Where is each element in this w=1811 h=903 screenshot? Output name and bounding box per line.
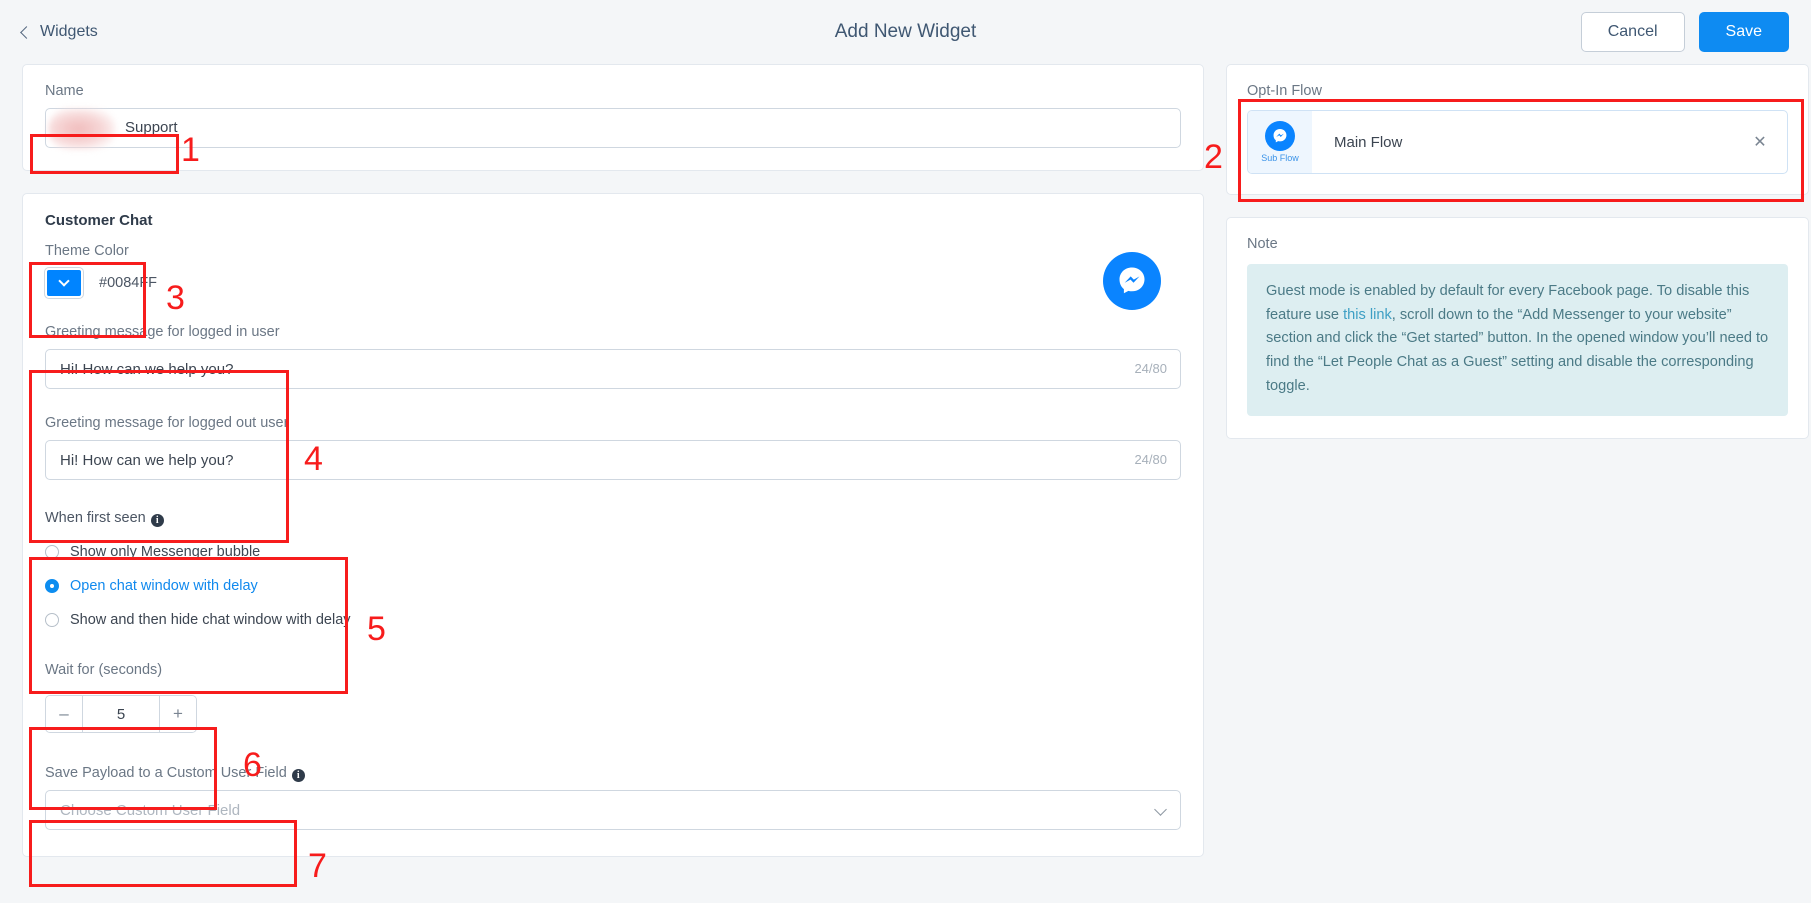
left-column: Name Support Customer Chat Them [22,64,1204,857]
close-icon[interactable]: ✕ [1733,111,1787,173]
custom-user-field-label: Save Payload to a Custom User Field i [45,765,1181,781]
theme-color-swatch[interactable] [45,268,83,298]
wait-for-stepper: – 5 + [45,695,197,733]
note-body: Guest mode is enabled by default for eve… [1247,264,1788,416]
note-this-link[interactable]: this link [1343,307,1392,323]
right-column: Opt-In Flow Sub Flow Main Flow ✕ Note Gu… [1226,64,1809,439]
name-label: Name [45,83,1181,99]
greeting-logged-in-counter: 24/80 [1134,361,1167,376]
radio-icon-selected [45,579,59,593]
messenger-logo-icon [1265,121,1295,151]
radio-option-label: Open chat window with delay [70,578,258,594]
cancel-button[interactable]: Cancel [1581,12,1685,52]
page-title: Add New Widget [0,0,1811,64]
greeting-logged-in-wrapper: 24/80 [45,349,1181,389]
when-first-seen-group: When first seen i Show only Messenger bub… [45,510,1181,628]
radio-icon [45,545,59,559]
radio-icon [45,613,59,627]
theme-color-row: Theme Color #0084FF [45,243,1181,298]
info-icon[interactable]: i [292,769,305,782]
greeting-logged-out-label: Greeting message for logged out user [45,415,1181,431]
theme-color-control: #0084FF [45,268,157,298]
back-link-label: Widgets [40,23,98,41]
greeting-logged-out-wrapper: 24/80 [45,440,1181,480]
messenger-logo-icon [1103,252,1161,310]
back-to-widgets-link[interactable]: Widgets [22,23,98,41]
flow-sub-label: Sub Flow [1261,153,1299,163]
name-input[interactable] [45,108,1181,148]
customer-chat-title: Customer Chat [45,212,1181,229]
custom-user-field-select[interactable]: Choose Custom User Field [45,790,1181,830]
when-first-seen-label: When first seen i [45,510,1181,526]
flow-name: Main Flow [1312,111,1733,173]
main-layout: Name Support Customer Chat Them [0,64,1811,857]
top-bar: Widgets Add New Widget Cancel Save [0,0,1811,64]
radio-option-label: Show only Messenger bubble [70,544,260,560]
theme-color-label: Theme Color [45,243,157,259]
wait-for-block: Wait for (seconds) – 5 + [45,662,1181,733]
radio-option-show-then-hide[interactable]: Show and then hide chat window with dela… [45,612,1181,628]
note-card: Note Guest mode is enabled by default fo… [1226,217,1809,439]
info-icon[interactable]: i [151,514,164,527]
save-button[interactable]: Save [1699,12,1789,52]
chevron-down-icon [58,275,69,286]
theme-color-hex-value: #0084FF [99,275,157,291]
flow-icon-cell: Sub Flow [1248,111,1312,173]
custom-user-field-placeholder: Choose Custom User Field [60,802,240,819]
radio-option-show-only-bubble[interactable]: Show only Messenger bubble [45,544,1181,560]
top-bar-actions: Cancel Save [1581,12,1789,52]
customer-chat-card: Customer Chat Theme Color #00 [22,193,1204,857]
greeting-logged-in-label: Greeting message for logged in user [45,324,1181,340]
radio-option-label: Show and then hide chat window with dela… [70,612,351,628]
name-input-value: Support [125,119,178,136]
chevron-left-icon [20,26,33,39]
theme-color-block: Theme Color #0084FF [45,243,157,298]
note-title: Note [1247,236,1788,252]
stepper-value[interactable]: 5 [83,696,159,732]
custom-user-field-label-text: Save Payload to a Custom User Field [45,765,287,781]
greeting-logged-out-counter: 24/80 [1134,452,1167,467]
wait-for-label: Wait for (seconds) [45,662,1181,678]
opt-in-flow-item[interactable]: Sub Flow Main Flow ✕ [1247,110,1788,174]
stepper-decrement-button[interactable]: – [46,696,83,732]
greeting-logged-out-block: Greeting message for logged out user 24/… [45,415,1181,480]
name-input-wrapper: Support [45,108,1181,148]
opt-in-flow-card: Opt-In Flow Sub Flow Main Flow ✕ [1226,64,1809,195]
greeting-logged-in-block: Greeting message for logged in user 24/8… [45,324,1181,389]
opt-in-flow-title: Opt-In Flow [1247,83,1788,99]
custom-user-field-select-wrapper: Choose Custom User Field [45,790,1181,830]
custom-user-field-block: Save Payload to a Custom User Field i Cho… [45,765,1181,830]
radio-option-open-chat-with-delay[interactable]: Open chat window with delay [45,578,1181,594]
when-first-seen-label-text: When first seen [45,510,146,526]
stepper-increment-button[interactable]: + [159,696,196,732]
greeting-logged-out-input[interactable] [45,440,1181,480]
name-card: Name Support [22,64,1204,171]
greeting-logged-in-input[interactable] [45,349,1181,389]
